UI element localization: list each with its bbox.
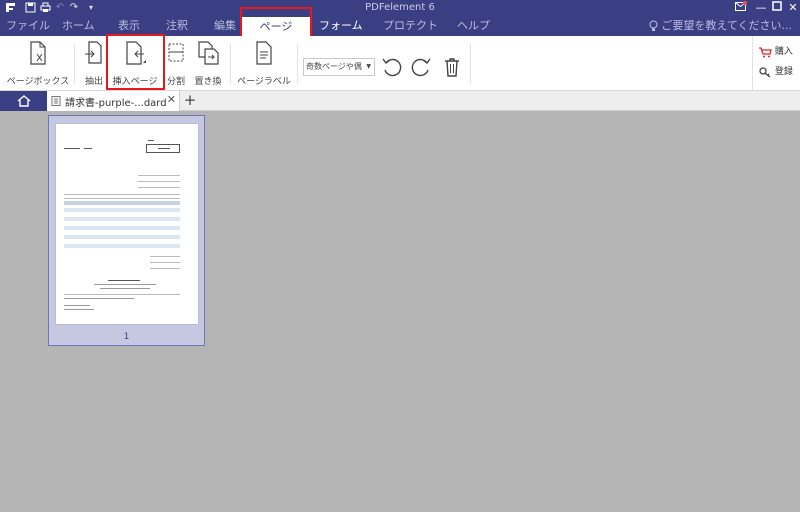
rotate-left-button[interactable]	[381, 56, 403, 78]
rotate-right-button[interactable]	[410, 56, 432, 78]
insert-page-icon	[126, 41, 146, 65]
delete-page-button[interactable]	[441, 56, 463, 78]
buy-label: 購入	[774, 47, 793, 57]
insert-page-button[interactable]: 挿入ページ	[113, 41, 157, 87]
menu-home[interactable]: ホーム	[62, 18, 95, 34]
register-label: 登録	[774, 67, 793, 77]
page-number: 1	[123, 332, 130, 342]
rotate-right-icon	[411, 58, 431, 77]
buy-button[interactable]: 購入	[759, 44, 793, 60]
replace-button[interactable]: 置き換	[194, 41, 222, 87]
page-range-select[interactable]: 奇数ページや偶 ▼	[303, 58, 375, 76]
chevron-down-icon: ▼	[366, 63, 371, 70]
close-window-icon[interactable]: ✕	[786, 1, 800, 15]
document-tab-title: 請求書-purple-...dard	[65, 98, 167, 109]
trash-icon	[445, 58, 459, 77]
title-bar: ↶ ↷ ▾ PDFelement 6 — ✕	[0, 0, 800, 16]
toolbar-divider	[470, 44, 471, 84]
page-box-icon	[30, 41, 46, 65]
page-thumbnail[interactable]: 1	[48, 115, 205, 346]
document-tab-strip: 請求書-purple-...dard ✕ +	[0, 91, 800, 111]
toolbar-divider	[297, 44, 298, 84]
rotate-left-icon	[382, 58, 402, 77]
page-label-label: ページラベル	[237, 77, 291, 87]
app-title: PDFelement 6	[365, 2, 435, 13]
maximize-icon[interactable]	[770, 1, 784, 15]
page-preview	[56, 124, 198, 324]
extract-button[interactable]: 抽出	[84, 41, 104, 87]
page-range-select-value: 奇数ページや偶	[306, 62, 362, 71]
home-icon	[17, 95, 31, 107]
feedback-hint[interactable]: ご要望を教えてください...	[649, 18, 792, 34]
document-icon	[51, 96, 61, 106]
page-label-button[interactable]: ページラベル	[237, 41, 291, 87]
lightbulb-icon	[649, 20, 658, 31]
account-group: 購入 登録	[752, 36, 800, 90]
close-tab-icon[interactable]: ✕	[167, 93, 176, 106]
plus-icon[interactable]: +	[183, 91, 197, 111]
page-box-label: ページボックス	[6, 77, 70, 87]
register-button[interactable]: 登録	[759, 64, 793, 80]
replace-label: 置き換	[194, 77, 222, 87]
extract-icon	[85, 41, 102, 64]
menu-form[interactable]: フォーム	[319, 18, 363, 34]
split-icon	[168, 43, 184, 62]
page-thumbnail-area: 1	[0, 112, 800, 512]
page-label-icon	[256, 41, 272, 65]
mail-icon[interactable]	[734, 1, 748, 15]
replace-icon	[198, 41, 219, 65]
menu-comment[interactable]: 注釈	[166, 18, 188, 34]
home-tab[interactable]	[0, 91, 47, 111]
minimize-icon[interactable]: —	[754, 1, 768, 15]
document-tab[interactable]: 請求書-purple-...dard ✕	[47, 91, 180, 111]
ribbon-toolbar: ページボックス 抽出 挿入ページ 分割 置き換 ページラベル 奇数ページや偶 ▼	[0, 36, 800, 91]
menu-file[interactable]: ファイル	[6, 18, 50, 34]
menu-help[interactable]: ヘルプ	[457, 18, 490, 34]
key-icon	[759, 66, 771, 78]
split-button[interactable]: 分割	[166, 41, 186, 87]
cart-icon	[759, 46, 772, 57]
feedback-hint-text: ご要望を教えてください...	[661, 19, 792, 32]
page-box-button[interactable]: ページボックス	[7, 41, 69, 87]
menu-page[interactable]: ページ	[242, 17, 310, 36]
menu-view[interactable]: 表示	[118, 18, 140, 34]
menu-edit[interactable]: 編集	[214, 18, 236, 34]
menu-bar: ファイル ホーム 表示 注釈 編集 ページ フォーム プロテクト ヘルプ ご要望…	[0, 16, 800, 36]
menu-protect[interactable]: プロテクト	[383, 18, 438, 34]
